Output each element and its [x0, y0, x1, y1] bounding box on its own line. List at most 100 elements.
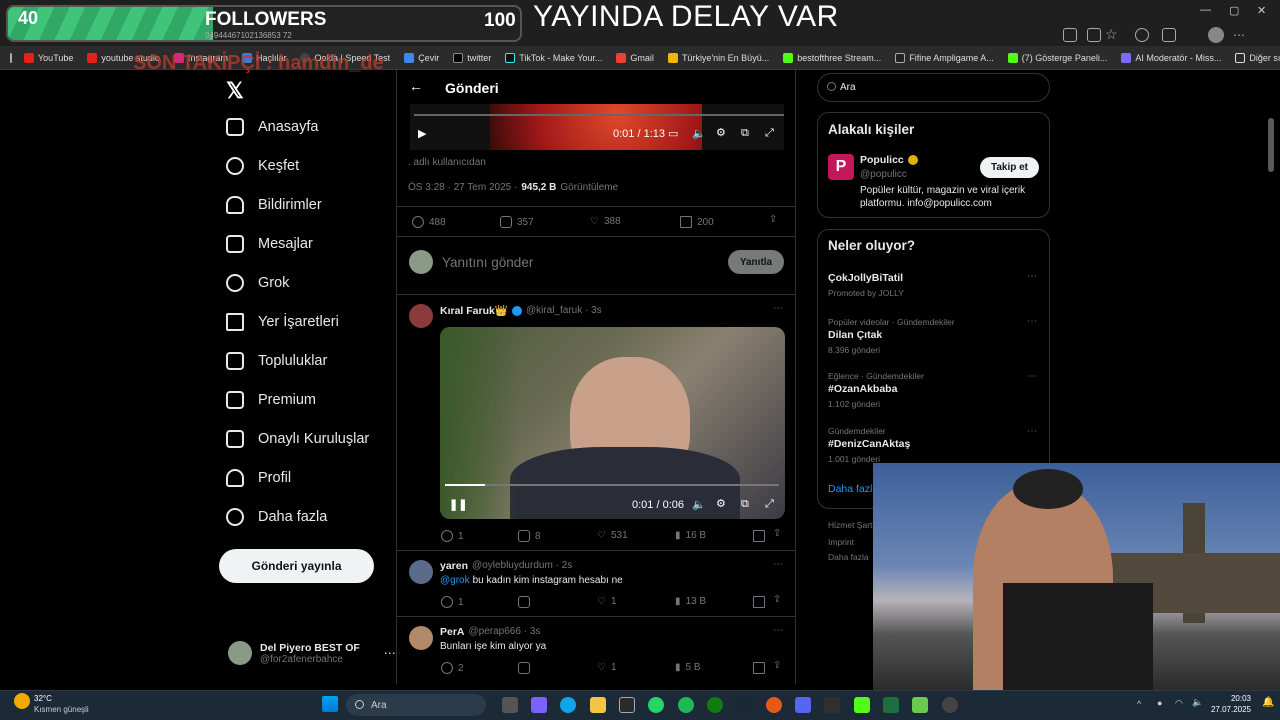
- populicc-avatar[interactable]: P: [828, 154, 854, 180]
- close-icon[interactable]: ✕: [1257, 4, 1266, 17]
- show-more-link[interactable]: Daha fazla: [828, 483, 878, 495]
- avatar[interactable]: [409, 304, 433, 328]
- video-progress-track[interactable]: [414, 114, 784, 116]
- share-icon[interactable]: ⇪: [773, 528, 781, 539]
- bookmark-stat[interactable]: 200: [680, 216, 714, 228]
- nav-messages[interactable]: Mesajlar: [226, 235, 313, 253]
- post-video[interactable]: [410, 104, 784, 150]
- obs-icon[interactable]: [824, 697, 840, 713]
- kick-icon[interactable]: [854, 697, 870, 713]
- nav-more[interactable]: Daha fazla: [226, 508, 327, 526]
- more-options-icon[interactable]: ⋯: [773, 625, 783, 636]
- bookmark-fifine[interactable]: Fifine Ampligame A...: [895, 52, 994, 63]
- like-stat[interactable]: ♡ 1: [597, 662, 617, 673]
- excel-icon[interactable]: [883, 697, 899, 713]
- volume-icon[interactable]: 🔈: [692, 127, 706, 140]
- views-stat[interactable]: ▮ 5 B: [675, 662, 701, 673]
- account-switcher[interactable]: Del Piyero BEST OF @for2afenerbahce ⋯: [228, 641, 396, 665]
- nav-premium[interactable]: Premium: [226, 391, 316, 409]
- clock-date[interactable]: 27.07.2025: [1208, 705, 1251, 714]
- bookmark-youtube[interactable]: YouTube: [24, 52, 73, 63]
- nav-profile[interactable]: Profil: [226, 469, 291, 487]
- repost-stat[interactable]: [518, 596, 530, 608]
- reply-input[interactable]: Yanıtını gönder: [442, 255, 533, 270]
- volume-icon[interactable]: 🔈: [692, 498, 706, 511]
- footer-link[interactable]: Daha fazla: [828, 552, 869, 562]
- refresh-icon[interactable]: [1135, 28, 1149, 42]
- search-input[interactable]: Ara: [817, 73, 1050, 102]
- fullscreen-icon[interactable]: ⤢: [765, 498, 774, 511]
- edge-icon[interactable]: [560, 697, 576, 713]
- bookmark-twitter[interactable]: twitter: [453, 52, 491, 63]
- views-stat[interactable]: ▮ 16 B: [675, 530, 706, 541]
- nav-grok[interactable]: Grok: [226, 274, 289, 292]
- extensions-icon[interactable]: [1162, 28, 1176, 42]
- nav-bookmarks[interactable]: Yer İşaretleri: [226, 313, 339, 331]
- nav-explore[interactable]: Keşfet: [226, 157, 299, 175]
- apps-icon[interactable]: [1063, 28, 1077, 42]
- trend-name[interactable]: #OzanAkbaba: [828, 383, 897, 395]
- discord-icon[interactable]: [795, 697, 811, 713]
- steam-icon[interactable]: [736, 697, 752, 713]
- minimize-icon[interactable]: —: [1200, 4, 1211, 16]
- views-stat[interactable]: ▮ 13 B: [675, 596, 706, 607]
- task-view-icon[interactable]: [502, 697, 518, 713]
- trend-name[interactable]: ÇokJollyBiTatil: [828, 272, 903, 284]
- nav-notifications[interactable]: Bildirimler: [226, 196, 322, 214]
- profile-avatar[interactable]: [1208, 27, 1224, 43]
- weather-icon[interactable]: [14, 693, 30, 709]
- notifications-icon[interactable]: 🔔: [1262, 697, 1274, 708]
- related-name[interactable]: Populicc: [860, 154, 904, 166]
- mention-link[interactable]: @grok: [440, 575, 470, 586]
- more-options-icon[interactable]: ⋯: [1027, 371, 1037, 382]
- spotify-icon[interactable]: [678, 697, 694, 713]
- app-icon[interactable]: [912, 697, 928, 713]
- xbox-icon[interactable]: [707, 697, 723, 713]
- reply-stat[interactable]: 1: [441, 530, 464, 542]
- reply-author[interactable]: yaren: [440, 560, 468, 572]
- settings-gear-icon[interactable]: ⚙: [716, 497, 726, 510]
- captions-icon[interactable]: ▭: [668, 127, 678, 140]
- nav-communities[interactable]: Topluluklar: [226, 352, 327, 370]
- bookmark-gosterge[interactable]: (7) Gösterge Paneli...: [1007, 52, 1107, 63]
- footer-link[interactable]: Imprint: [828, 537, 854, 547]
- repost-stat[interactable]: [518, 662, 530, 674]
- more-options-icon[interactable]: ⋯: [773, 559, 783, 570]
- app-icon[interactable]: [766, 697, 782, 713]
- page-scrollbar[interactable]: [1268, 118, 1274, 172]
- nav-home[interactable]: Anasayfa: [226, 118, 318, 136]
- copilot-icon[interactable]: [531, 697, 547, 713]
- favorite-star-icon[interactable]: ☆: [1105, 26, 1118, 43]
- volume-icon[interactable]: 🔈: [1192, 697, 1203, 708]
- nav-verified-orgs[interactable]: Onaylı Kuruluşlar: [226, 430, 369, 448]
- x-logo-icon[interactable]: 𝕏: [226, 78, 244, 104]
- repost-stat[interactable]: 8: [518, 530, 541, 542]
- bookmark-bestofthree[interactable]: bestofthree Stream...: [783, 52, 881, 63]
- bookmark-icon[interactable]: [753, 596, 765, 608]
- more-options-icon[interactable]: ⋯: [1027, 426, 1037, 437]
- bookmark-gmail[interactable]: Gmail: [616, 52, 654, 63]
- clock-time[interactable]: 20:03: [1213, 694, 1251, 703]
- file-explorer-icon[interactable]: [590, 697, 606, 713]
- pip-icon[interactable]: ⧉: [741, 498, 749, 511]
- avatar[interactable]: [409, 626, 433, 650]
- whatsapp-icon[interactable]: [648, 697, 664, 713]
- more-options-icon[interactable]: ⋯: [1027, 316, 1037, 327]
- play-icon[interactable]: ▶: [418, 127, 426, 140]
- bookmark-other-favorites[interactable]: Diğer sık kullanılanlar: [1235, 52, 1280, 63]
- reply-stat[interactable]: 488: [412, 216, 446, 228]
- fullscreen-icon[interactable]: ⤢: [765, 127, 774, 140]
- tray-chevron-icon[interactable]: ^: [1137, 699, 1141, 709]
- trend-name[interactable]: #DenizCanAktaş: [828, 438, 910, 450]
- share-icon[interactable]: ⇪: [769, 214, 777, 225]
- trend-name[interactable]: Dilan Çıtak: [828, 329, 882, 341]
- reply-author[interactable]: Kıral Faruk👑: [440, 304, 508, 317]
- pause-icon[interactable]: ❚❚: [449, 498, 467, 511]
- bookmark-turkiye[interactable]: Türkiye'nin En Büyü...: [667, 52, 769, 63]
- like-stat[interactable]: ♡ 388: [590, 216, 621, 227]
- bookmark-ai-moderator[interactable]: AI Moderatör - Miss...: [1121, 52, 1221, 63]
- settings-gear-icon[interactable]: ⚙: [716, 126, 726, 139]
- reply-stat[interactable]: 1: [441, 596, 464, 608]
- reply-button[interactable]: Yanıtla: [728, 250, 784, 274]
- pip-icon[interactable]: ⧉: [741, 127, 749, 140]
